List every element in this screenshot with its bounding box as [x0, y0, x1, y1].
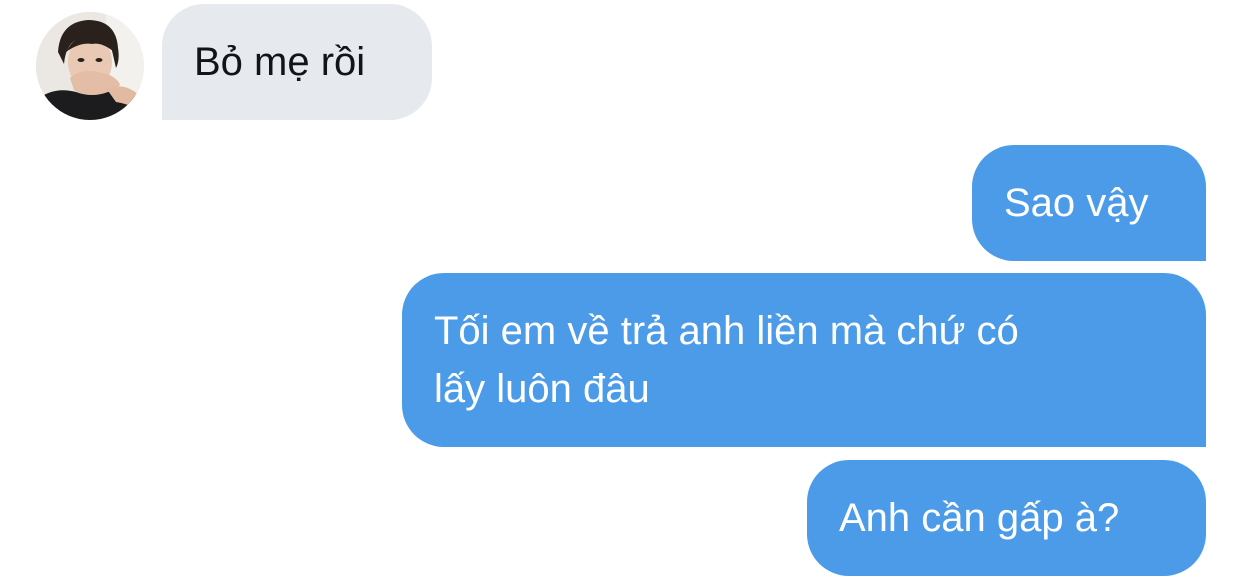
avatar-photo-icon [36, 12, 144, 120]
message-bubble-outgoing[interactable]: Tối em về trả anh liền mà chứ có lấy luô… [402, 273, 1206, 447]
avatar[interactable] [36, 12, 144, 120]
message-bubble-outgoing[interactable]: Anh cần gấp à? [807, 460, 1206, 576]
message-bubble-incoming[interactable]: Bỏ mẹ rồi [162, 4, 432, 120]
chat-thread: Bỏ mẹ rồi Sao vậy Tối em về trả anh liền… [0, 0, 1242, 587]
message-bubble-outgoing[interactable]: Sao vậy [972, 145, 1206, 261]
